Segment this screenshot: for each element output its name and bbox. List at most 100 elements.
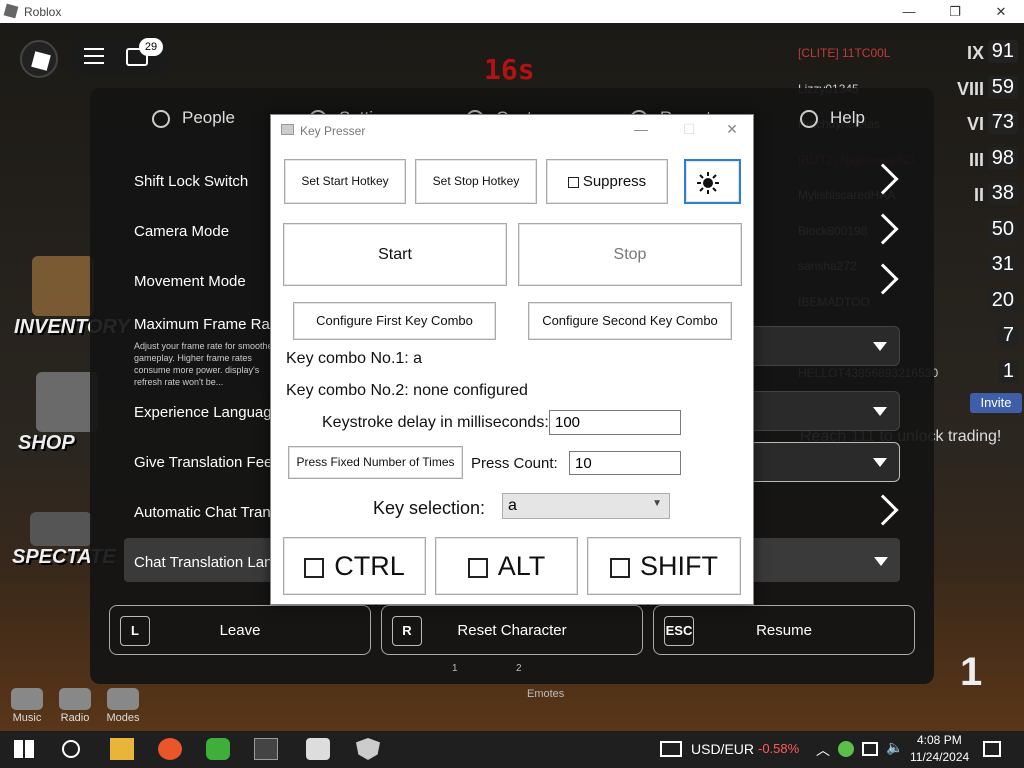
network-icon[interactable] <box>862 742 878 756</box>
hamburger-menu-icon[interactable] <box>84 48 104 64</box>
shop-icon <box>36 372 98 432</box>
slot-count: 1 <box>960 650 983 694</box>
translation-feedback-box[interactable] <box>740 442 900 482</box>
kp-minimize-button[interactable]: — <box>631 121 651 139</box>
key-selection-dropdown[interactable]: a ▼ <box>502 493 670 519</box>
frame-rate-dropdown[interactable] <box>740 326 900 366</box>
press-count-label: Press Count: <box>471 455 558 472</box>
tab-people-label: People <box>182 108 235 127</box>
key-selection-label: Key selection: <box>373 498 486 518</box>
radio-label: Radio <box>60 712 90 724</box>
alt-checkbox[interactable] <box>467 557 488 578</box>
reset-character-button[interactable]: R Reset Character <box>381 605 643 655</box>
speaker-icon <box>11 688 43 710</box>
clock-date[interactable]: 11/24/2024 <box>910 750 969 764</box>
player-rank: III <box>968 149 984 170</box>
setting-max-frame-rate: Maximum Frame Rate <box>134 316 283 333</box>
round-timer: 16s <box>484 53 535 86</box>
search-icon[interactable] <box>62 740 80 758</box>
green-app-icon[interactable] <box>206 738 230 760</box>
tab-people[interactable]: People <box>152 108 235 128</box>
leave-button[interactable]: L Leave <box>109 605 371 655</box>
setting-camera-mode: Camera Mode <box>134 223 230 240</box>
spectate-glasses-icon <box>30 512 92 546</box>
theme-toggle-button[interactable] <box>684 159 741 204</box>
leaderboard-row[interactable]: [CLITE] 11TC00L IX 91 <box>796 38 1022 74</box>
key-presser-window: Key Presser — ☐ ✕ Set Start Hotkey Set S… <box>270 114 754 605</box>
suppress-checkbox[interactable]: Suppress <box>546 159 668 204</box>
minimize-button[interactable]: — <box>886 0 932 23</box>
app-icon <box>281 124 294 135</box>
player-score: 7 <box>998 324 1018 347</box>
reset-label: Reset Character <box>457 622 567 639</box>
help-icon <box>800 109 818 128</box>
configure-second-combo-button[interactable]: Configure Second Key Combo <box>528 302 732 340</box>
suppress-check-box[interactable] <box>567 176 579 188</box>
sun-icon <box>697 172 719 194</box>
setting-experience-language: Experience Language <box>134 404 280 421</box>
suppress-label: Suppress <box>582 173 647 190</box>
press-fixed-number-button[interactable]: Press Fixed Number of Times <box>288 446 463 479</box>
security-shield-icon[interactable] <box>356 738 380 760</box>
setting-movement-mode: Movement Mode <box>134 273 246 290</box>
player-score: 98 <box>987 146 1018 170</box>
stop-button[interactable]: Stop <box>518 223 742 286</box>
kp-close-button[interactable]: ✕ <box>722 121 742 139</box>
radio-button[interactable]: Radio <box>53 688 97 724</box>
resume-label: Resume <box>756 622 812 639</box>
chat-translation-language-dropdown[interactable] <box>740 542 900 582</box>
start-button[interactable]: Start <box>283 223 507 286</box>
ctrl-label: CTRL <box>334 551 405 581</box>
chevron-down-icon: ▼ <box>652 498 662 509</box>
shift-toggle[interactable]: SHIFT <box>587 537 741 595</box>
alt-label: ALT <box>497 551 546 581</box>
ctrl-checkbox[interactable] <box>304 557 325 578</box>
people-tray-icon[interactable] <box>838 741 854 757</box>
roblox-menu-icon[interactable] <box>20 40 58 78</box>
music-button[interactable]: Music <box>5 688 49 724</box>
player-score: 1 <box>998 359 1018 383</box>
player-score: 91 <box>987 40 1018 63</box>
stock-widget-icon[interactable] <box>660 741 682 757</box>
roblox-taskbar-icon[interactable] <box>254 738 278 760</box>
slot-number-1: 1 <box>452 663 458 674</box>
player-rank: VI <box>966 114 984 134</box>
clock-time[interactable]: 4:08 PM <box>917 733 962 747</box>
windows-taskbar: USD/EUR -0.58% ︿ 🔈 4:08 PM 11/24/2024 <box>0 731 1024 768</box>
setting-shift-lock: Shift Lock Switch <box>134 173 249 190</box>
configure-first-combo-button[interactable]: Configure First Key Combo <box>293 302 496 340</box>
start-windows-icon[interactable] <box>14 740 34 758</box>
restore-button[interactable]: ❐ <box>932 0 978 23</box>
experience-language-dropdown[interactable] <box>740 391 900 431</box>
shift-checkbox[interactable] <box>610 557 630 578</box>
player-score: 38 <box>987 182 1018 205</box>
frame-rate-description: Adjust your frame rate for smoother game… <box>134 341 276 387</box>
press-count-input[interactable] <box>569 451 681 475</box>
delay-input[interactable] <box>549 410 681 435</box>
gamepad-icon <box>107 688 139 710</box>
file-explorer-icon[interactable] <box>110 738 134 760</box>
tab-help-label: Help <box>830 108 865 127</box>
set-stop-hotkey-button[interactable]: Set Stop Hotkey <box>415 159 537 204</box>
tab-help[interactable]: Help <box>800 108 865 128</box>
currency-change[interactable]: -0.58% <box>758 741 799 756</box>
shift-label: SHIFT <box>640 551 718 581</box>
ctrl-toggle[interactable]: CTRL <box>283 537 426 595</box>
chevron-up-icon[interactable]: ︿ <box>816 740 830 760</box>
key-presser-taskbar-icon[interactable] <box>306 738 330 760</box>
emotes-label[interactable]: Emotes <box>527 688 564 700</box>
resume-button[interactable]: ESC Resume <box>653 605 915 655</box>
volume-icon[interactable]: 🔈 <box>886 739 903 756</box>
invite-button[interactable]: Invite <box>970 393 1022 413</box>
alt-toggle[interactable]: ALT <box>435 537 578 595</box>
set-start-hotkey-button[interactable]: Set Start Hotkey <box>284 159 406 204</box>
close-button[interactable]: ✕ <box>978 0 1024 23</box>
modes-button[interactable]: Modes <box>101 688 145 724</box>
window-titlebar: Roblox — ❐ ✕ <box>0 0 1024 23</box>
combo1-status: Key combo No.1: a <box>286 350 423 367</box>
inventory-icon <box>32 256 94 316</box>
notification-icon[interactable] <box>983 741 1001 757</box>
kp-maximize-button[interactable]: ☐ <box>679 121 699 139</box>
firefox-icon[interactable] <box>158 738 182 760</box>
currency-pair[interactable]: USD/EUR <box>691 741 754 757</box>
